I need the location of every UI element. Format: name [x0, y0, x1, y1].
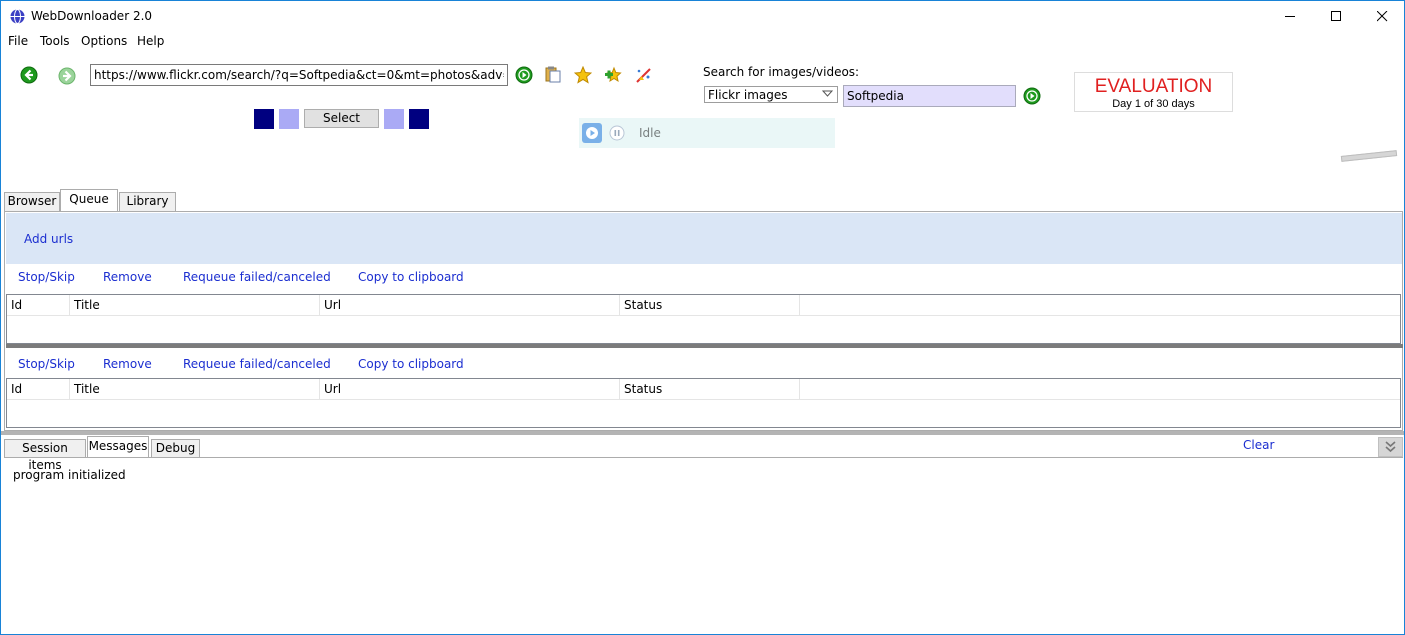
remove-link[interactable]: Remove — [103, 357, 152, 371]
select-next-button[interactable] — [384, 109, 404, 129]
tab-debug[interactable]: Debug — [151, 439, 200, 458]
column-id[interactable]: Id — [7, 295, 70, 316]
wand-icon — [636, 68, 651, 83]
collapse-button[interactable] — [1378, 437, 1403, 457]
select-first-button[interactable] — [254, 109, 274, 129]
search-input[interactable] — [843, 85, 1016, 107]
stop-skip-link[interactable]: Stop/Skip — [18, 270, 75, 284]
app-window: WebDownloader 2.0 File Tools Options Hel… — [0, 0, 1405, 635]
clear-link[interactable]: Clear — [1243, 438, 1274, 452]
pause-button[interactable] — [607, 123, 627, 143]
column-status[interactable]: Status — [620, 295, 800, 316]
main-splitter[interactable] — [1, 431, 1404, 435]
globe-icon — [10, 9, 25, 24]
evaluation-title: EVALUATION — [1094, 76, 1213, 97]
column-url[interactable]: Url — [320, 295, 620, 316]
requeue-link[interactable]: Requeue failed/canceled — [183, 357, 331, 371]
clipboard-icon — [545, 66, 561, 83]
minimize-icon — [1284, 15, 1295, 17]
menu-options[interactable]: Options — [81, 34, 127, 48]
search-label: Search for images/videos: — [703, 65, 860, 79]
tab-browser[interactable]: Browser — [4, 192, 60, 211]
tab-messages[interactable]: Messages — [87, 436, 149, 458]
completed-grid[interactable]: Id Title Url Status — [6, 378, 1401, 428]
menu-file[interactable]: File — [8, 34, 28, 48]
url-input[interactable] — [90, 64, 508, 86]
pause-icon — [609, 125, 625, 141]
back-button[interactable] — [20, 66, 38, 84]
maximize-icon — [1330, 10, 1341, 21]
add-urls-bar — [6, 213, 1402, 264]
requeue-link[interactable]: Requeue failed/canceled — [183, 270, 331, 284]
select-button[interactable]: Select — [304, 109, 379, 128]
column-id[interactable]: Id — [7, 379, 70, 400]
select-prev-button[interactable] — [279, 109, 299, 129]
favorites-button[interactable] — [573, 65, 593, 84]
add-star-icon — [605, 66, 622, 83]
minimize-button[interactable] — [1267, 1, 1313, 31]
remove-link[interactable]: Remove — [103, 270, 152, 284]
forward-button[interactable] — [58, 67, 76, 85]
message-line: program initialized — [13, 468, 126, 482]
tab-session-items[interactable]: Session items — [4, 439, 86, 472]
chevron-down-icon — [822, 90, 833, 97]
bottom-tabstrip: Session items Messages Debug — [4, 436, 1404, 472]
add-favorite-button[interactable] — [604, 66, 622, 84]
search-source-value: Flickr images — [708, 88, 788, 102]
column-title[interactable]: Title — [70, 295, 320, 316]
double-chevron-down-icon — [1385, 441, 1396, 453]
queue-splitter[interactable] — [6, 344, 1403, 348]
menu-tools[interactable]: Tools — [40, 34, 70, 48]
back-arrow-icon — [20, 66, 38, 84]
column-status[interactable]: Status — [620, 379, 800, 400]
star-icon — [573, 65, 593, 84]
tools-button[interactable] — [635, 66, 653, 84]
go-icon — [1023, 87, 1041, 105]
main-tabstrip: Browser Queue Library — [4, 189, 1404, 211]
messages-panel — [4, 457, 1403, 634]
grid-header: Id Title Url Status — [7, 379, 1400, 400]
status-panel: Idle — [579, 118, 835, 148]
grid-header: Id Title Url Status — [7, 295, 1400, 316]
add-urls-link[interactable]: Add urls — [24, 232, 73, 246]
resize-grip[interactable] — [1340, 150, 1398, 162]
search-source-select[interactable]: Flickr images — [704, 86, 838, 103]
evaluation-subtitle: Day 1 of 30 days — [1112, 98, 1195, 110]
close-icon — [1376, 10, 1387, 21]
tab-library[interactable]: Library — [119, 192, 176, 211]
column-url[interactable]: Url — [320, 379, 620, 400]
queue-grid[interactable]: Id Title Url Status — [6, 294, 1401, 344]
window-title: WebDownloader 2.0 — [31, 9, 153, 23]
maximize-button[interactable] — [1313, 1, 1359, 31]
title-bar: WebDownloader 2.0 — [1, 1, 1404, 31]
go-icon — [515, 66, 533, 84]
status-text: Idle — [639, 126, 661, 140]
evaluation-box: EVALUATION Day 1 of 30 days — [1074, 72, 1233, 112]
search-go-button[interactable] — [1023, 87, 1041, 105]
column-title[interactable]: Title — [70, 379, 320, 400]
forward-arrow-icon — [58, 67, 76, 85]
paste-button[interactable] — [544, 65, 562, 83]
close-button[interactable] — [1359, 1, 1405, 31]
copy-clipboard-link[interactable]: Copy to clipboard — [358, 270, 464, 284]
stop-skip-link[interactable]: Stop/Skip — [18, 357, 75, 371]
copy-clipboard-link[interactable]: Copy to clipboard — [358, 357, 464, 371]
menu-help[interactable]: Help — [137, 34, 164, 48]
select-last-button[interactable] — [409, 109, 429, 129]
tab-queue[interactable]: Queue — [60, 189, 118, 211]
go-button[interactable] — [515, 66, 533, 84]
play-icon — [586, 127, 598, 139]
play-button[interactable] — [582, 123, 602, 143]
